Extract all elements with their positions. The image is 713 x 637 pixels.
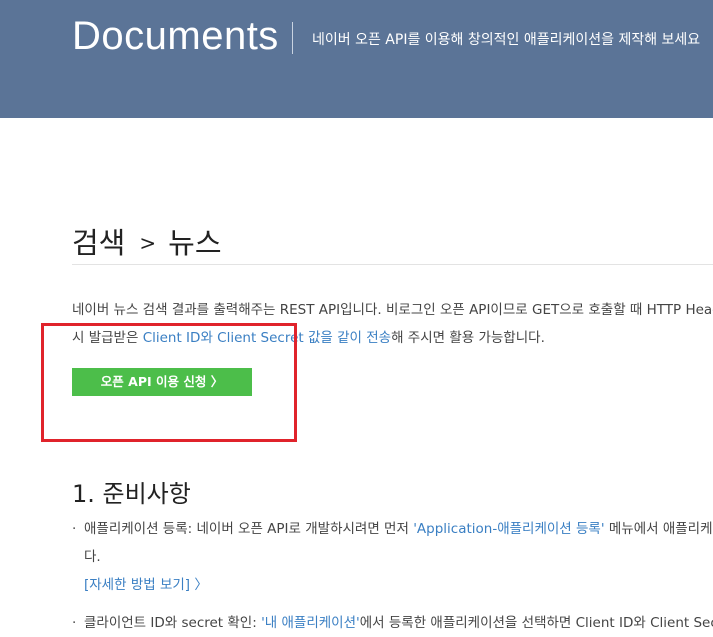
bullet-dot: · — [72, 615, 77, 631]
breadcrumb-separator: > — [139, 231, 157, 255]
prerequisites-list: · 애플리케이션 등록: 네이버 오픈 API로 개발하시려면 먼저 'Appli… — [72, 515, 713, 637]
list-item: · 클라이언트 ID와 secret 확인: '내 애플리케이션'에서 등록한 애… — [72, 609, 713, 637]
intro-line-1: 네이버 뉴스 검색 결과를 출력해주는 REST API입니다. 비로그인 오픈… — [72, 302, 713, 318]
my-applications-link[interactable]: '내 애플리케이션' — [261, 615, 360, 631]
header-description: 네이버 오픈 API를 이용해 창의적인 애플리케이션을 제작해 보세요 — [312, 32, 701, 48]
detail-guide-link[interactable]: [자세한 방법 보기] 〉 — [72, 571, 713, 599]
intro-line-2-suffix: 해 주시면 활용 가능합니다. — [391, 330, 545, 346]
app-register-link[interactable]: 'Application-애플리케이션 등록' — [413, 521, 604, 537]
highlight-box — [41, 323, 297, 442]
bullet-dot: · — [72, 521, 77, 537]
bullet-text-suffix: 메뉴에서 애플리케이션을 등록하셔야 합니 — [608, 521, 713, 537]
breadcrumb-parent[interactable]: 검색 — [72, 226, 125, 260]
page-header: Documents 네이버 오픈 API를 이용해 창의적인 애플리케이션을 제… — [0, 0, 713, 118]
bullet-text-prefix: 애플리케이션 등록: 네이버 오픈 API로 개발하시려면 먼저 — [84, 521, 414, 537]
title-divider — [72, 264, 713, 265]
section-title: 1. 준비사항 — [72, 480, 191, 508]
breadcrumb: 검색 > 뉴스 — [72, 220, 222, 262]
breadcrumb-current: 뉴스 — [168, 226, 222, 260]
bullet-text-prefix: 클라이언트 ID와 secret 확인: — [84, 615, 262, 631]
bullet-continuation: 다. — [84, 549, 101, 565]
header-title[interactable]: Documents — [72, 14, 279, 59]
list-item: · 애플리케이션 등록: 네이버 오픈 API로 개발하시려면 먼저 'Appli… — [72, 515, 713, 543]
header-divider — [292, 22, 293, 54]
bullet-text-suffix: 에서 등록한 애플리케이션을 선택하면 Client ID와 Client Se… — [359, 615, 713, 631]
